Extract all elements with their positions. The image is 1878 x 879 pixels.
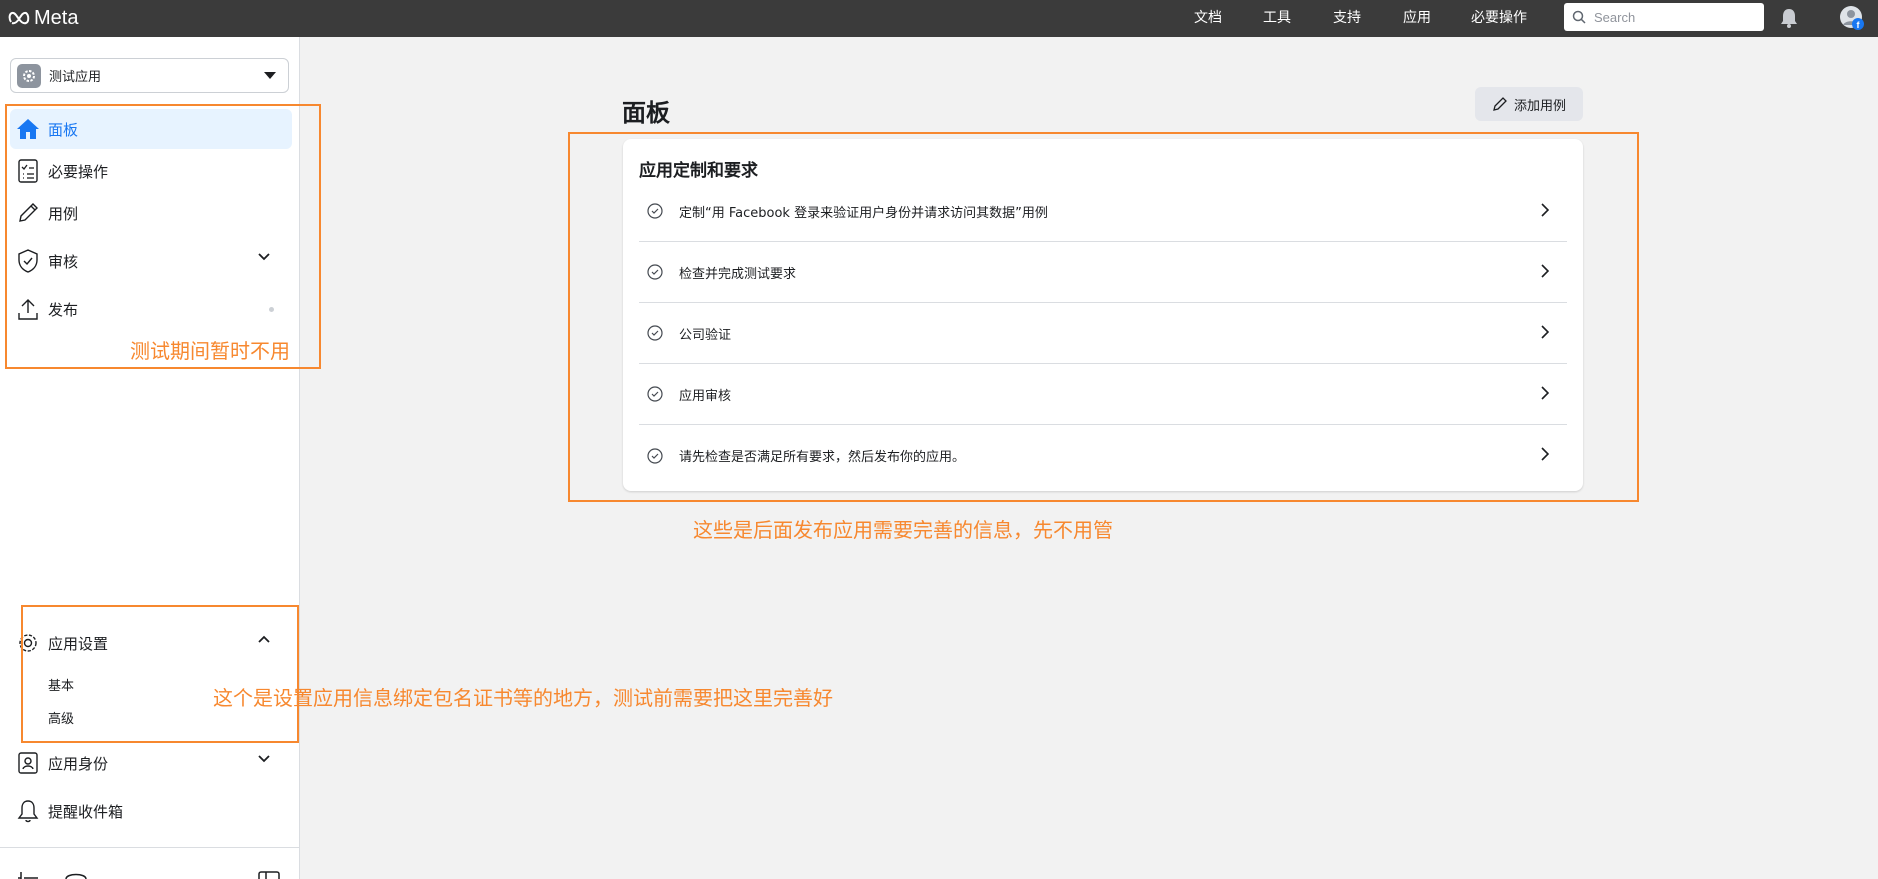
list-icon[interactable] <box>18 871 38 879</box>
nav-tools[interactable]: 工具 <box>1263 8 1291 28</box>
nav-support[interactable]: 支持 <box>1333 8 1361 28</box>
sidebar-divider <box>0 847 299 848</box>
caret-down-icon <box>264 72 276 79</box>
id-badge-icon <box>16 751 40 775</box>
annotation-card-note: 这些是后面发布应用需要完善的信息，先不用管 <box>693 518 1113 542</box>
sidebar-item-label: 应用身份 <box>48 754 109 773</box>
add-use-case-label: 添加用例 <box>1513 98 1566 114</box>
help-icon[interactable] <box>64 871 88 879</box>
annotation-settings-note: 这个是设置应用信息绑定包名证书等的地方，测试前需要把这里完善好 <box>213 686 833 710</box>
chevron-down-icon <box>258 755 270 763</box>
annotation-sidebar-note: 测试期间暂时不用 <box>130 339 290 363</box>
nav-apps[interactable]: 应用 <box>1403 8 1431 28</box>
search-icon <box>1572 10 1586 24</box>
nav-docs[interactable]: 文档 <box>1194 8 1222 28</box>
app-selector[interactable]: 测试应用 <box>10 58 289 93</box>
page-title: 面板 <box>622 99 670 127</box>
search-input[interactable] <box>1594 9 1754 25</box>
sidebar-item-alert-inbox[interactable]: 提醒收件箱 <box>10 791 292 831</box>
brand-name: Meta <box>34 6 79 29</box>
avatar[interactable]: f <box>1839 5 1865 31</box>
meta-logo[interactable]: Meta <box>8 5 78 31</box>
panel-toggle-icon[interactable] <box>258 871 280 879</box>
sidebar-item-app-identity[interactable]: 应用身份 <box>10 743 292 783</box>
notification-bell-icon[interactable] <box>1779 7 1799 29</box>
nav-required-actions[interactable]: 必要操作 <box>1471 8 1527 28</box>
app-gear-icon <box>17 63 41 88</box>
app-name: 测试应用 <box>49 70 102 85</box>
top-bar: Meta 文档 工具 支持 应用 必要操作 f <box>0 0 1878 37</box>
search-box[interactable] <box>1564 3 1764 31</box>
bell-icon <box>16 799 40 823</box>
add-use-case-button[interactable]: 添加用例 <box>1475 87 1583 121</box>
annotation-box-sidebar <box>5 104 321 369</box>
annotation-box-card <box>568 132 1639 502</box>
pencil-icon <box>1493 97 1507 111</box>
sidebar-item-label: 提醒收件箱 <box>48 802 124 821</box>
annotation-box-settings <box>21 605 299 743</box>
meta-infinity-icon <box>8 11 30 25</box>
